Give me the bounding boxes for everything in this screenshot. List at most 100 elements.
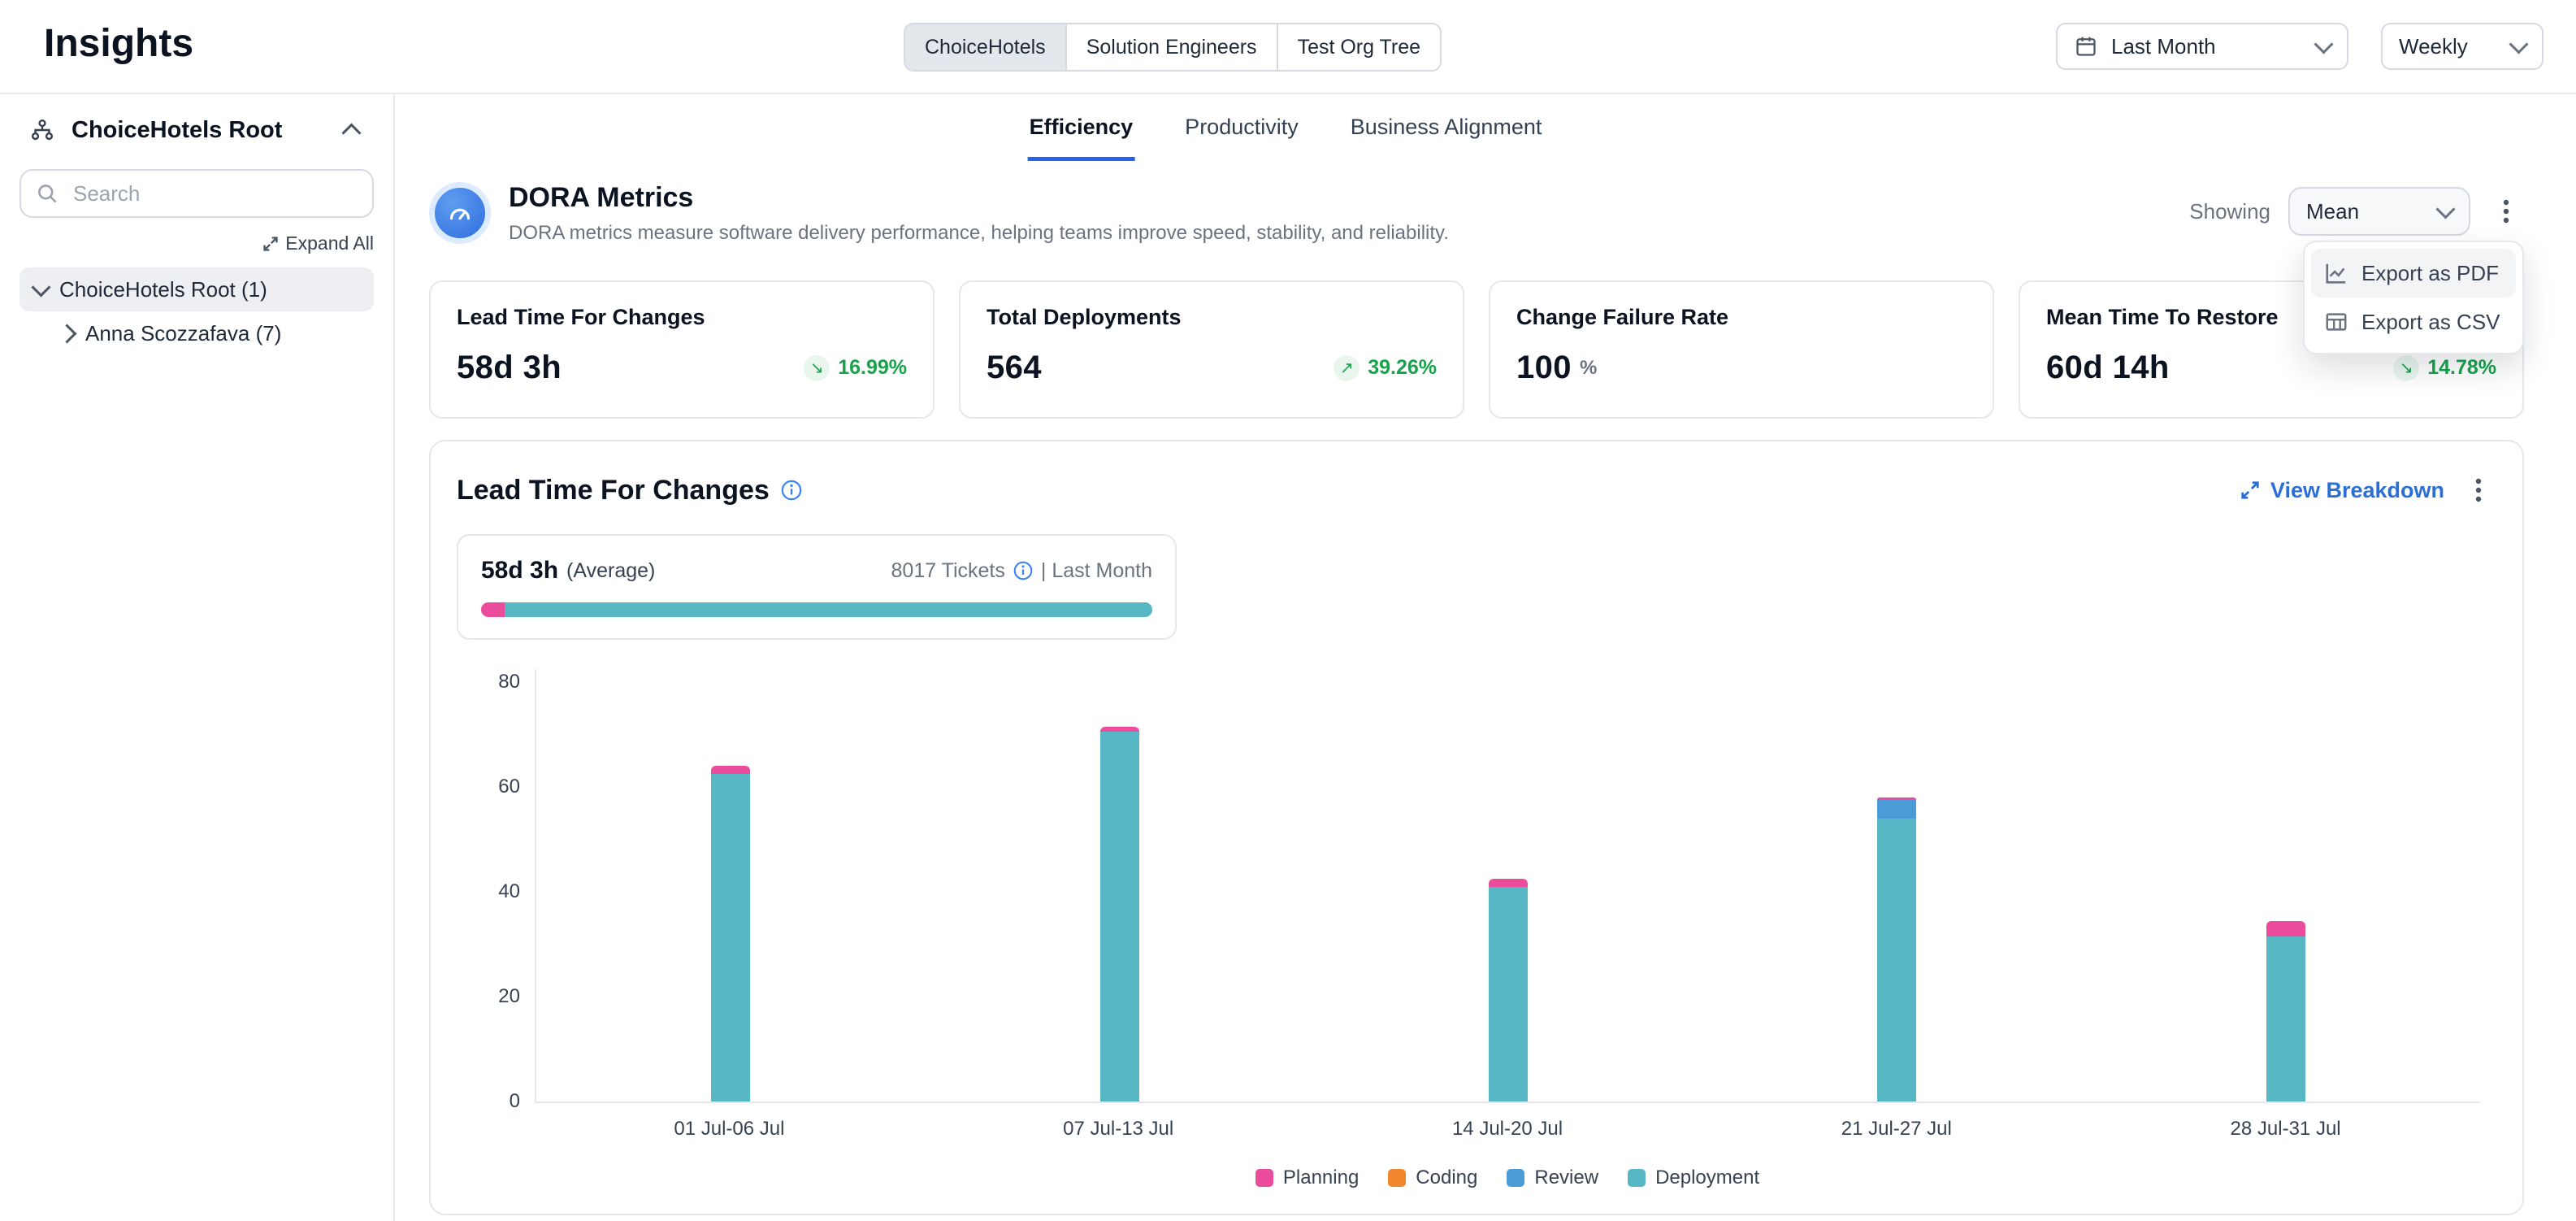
dora-metrics-icon [429,182,491,244]
stacked-bar[interactable] [2266,921,2305,1102]
org-tab-label: Test Org Tree [1298,36,1420,59]
lead-time-chart: 020406080 01 Jul-06 Jul07 Jul-13 Jul14 J… [535,669,2480,1189]
metric-title: Lead Time For Changes [457,305,907,330]
bar-segment-deployment [1489,887,1528,1102]
legend-label: Coding [1416,1167,1477,1189]
line-chart-icon [2324,261,2348,285]
stacked-bar[interactable] [1877,797,1916,1102]
kebab-icon [2503,198,2509,224]
menu-item-export-pdf[interactable]: Export as PDF [2311,249,2516,298]
menu-item-label: Export as PDF [2361,261,2499,286]
dora-kebab-menu-button[interactable] [2488,187,2524,236]
chart-x-axis: 01 Jul-06 Jul07 Jul-13 Jul14 Jul-20 Jul2… [535,1118,2480,1141]
bar-segment-planning [711,766,750,774]
legend-label: Deployment [1655,1167,1759,1189]
legend-item-planning[interactable]: Planning [1255,1167,1359,1189]
info-icon[interactable] [1013,561,1033,580]
menu-item-label: Export as CSV [2361,310,2500,335]
aggregation-select[interactable]: Mean [2288,187,2470,236]
lead-time-kebab-menu-button[interactable] [2461,466,2496,515]
legend-swatch [1388,1169,1406,1187]
dora-subtitle: DORA metrics measure software delivery p… [509,222,1449,245]
top-bar: Insights ChoiceHotels Solution Engineers… [0,0,2576,94]
tree-item-anna-scozzafava[interactable]: Anna Scozzafava (7) [49,311,374,355]
dora-metric-cards: Lead Time For Changes 58d 3h ↘ 16.99% To… [429,280,2524,419]
sidebar-collapse-button[interactable] [335,114,367,146]
org-tab-label: Solution Engineers [1086,36,1257,59]
x-axis-label: 07 Jul-13 Jul [924,1118,1313,1141]
stacked-bar[interactable] [1100,727,1139,1102]
legend-label: Planning [1283,1167,1359,1189]
org-tab-test-org-tree[interactable]: Test Org Tree [1278,24,1440,70]
org-toggle-group: ChoiceHotels Solution Engineers Test Org… [904,23,1442,72]
stacked-bar[interactable] [1489,879,1528,1102]
metric-value: 564 [987,350,1042,386]
expand-all-label: Expand All [285,232,374,254]
granularity-select[interactable]: Weekly [2381,23,2543,70]
bar-group [536,669,925,1102]
metric-title: Change Failure Rate [1516,305,1967,330]
bar-group [1702,669,2091,1102]
expand-all-link[interactable]: Expand All [262,232,374,254]
insights-dashboard: Insights ChoiceHotels Solution Engineers… [0,0,2576,1221]
org-tab-choicehotels[interactable]: ChoiceHotels [905,24,1067,70]
metric-value: 100 [1516,350,1572,386]
bar-segment-deployment [711,774,750,1102]
showing-label: Showing [2189,199,2270,224]
dora-title: DORA Metrics [509,182,1449,214]
bar-segment-deployment [1877,819,1916,1102]
org-sidebar: ChoiceHotels Root Expand All [0,94,395,1221]
main-content: Efficiency Productivity Business Alignme… [397,94,2576,1221]
legend-swatch [1507,1169,1524,1187]
bar-segment-review [1877,800,1916,819]
bar-segment-deployment [1100,732,1139,1102]
distribution-segment-deployment [505,602,1152,617]
chevron-down-icon [2509,34,2528,54]
aggregation-select-value: Mean [2306,199,2359,224]
x-axis-label: 01 Jul-06 Jul [535,1118,924,1141]
tab-business-alignment[interactable]: Business Alignment [1349,94,1544,161]
org-tab-solution-engineers[interactable]: Solution Engineers [1067,24,1278,70]
page-title: Insights [44,21,193,66]
legend-label: Review [1534,1167,1598,1189]
search-input[interactable] [70,180,358,208]
stacked-bar[interactable] [711,766,750,1102]
metric-card-change-failure-rate: Change Failure Rate 100 % [1489,280,1994,419]
calendar-icon [2074,30,2098,63]
legend-item-coding[interactable]: Coding [1388,1167,1477,1189]
legend-swatch [1628,1169,1646,1187]
x-axis-label: 21 Jul-27 Jul [1702,1118,2091,1141]
legend-item-deployment[interactable]: Deployment [1628,1167,1759,1189]
tab-efficiency[interactable]: Efficiency [1028,94,1135,161]
metric-delta: ↘ 16.99% [804,355,907,381]
chevron-down-icon [2314,34,2333,54]
info-icon[interactable] [781,480,802,501]
tab-productivity[interactable]: Productivity [1183,94,1300,161]
expand-icon [262,236,279,252]
period-select[interactable]: Last Month [2056,23,2348,70]
summary-period: | Last Month [1041,559,1152,583]
top-bar-controls: Last Month Weekly [2056,23,2543,70]
y-axis-tick: 40 [471,880,520,903]
distribution-segment-planning [481,602,505,617]
delta-value: 16.99% [838,356,907,380]
legend-item-review[interactable]: Review [1507,1167,1598,1189]
org-tab-label: ChoiceHotels [925,36,1046,59]
tickets-count: 8017 Tickets [891,559,1005,583]
export-menu: Export as PDF Export as CSV [2303,241,2524,354]
metric-value: 58d 3h [457,350,562,386]
tab-label: Efficiency [1030,115,1134,140]
expand-icon [2240,480,2261,501]
tree-item-choicehotels-root[interactable]: ChoiceHotels Root (1) [20,267,374,311]
org-hierarchy-icon [26,114,59,146]
trend-up-icon: ↗ [1334,355,1360,381]
chevron-up-icon [341,123,361,142]
lead-time-title: Lead Time For Changes [457,475,770,506]
y-axis-tick: 0 [471,1090,520,1113]
dora-controls: Showing Mean [2189,187,2524,236]
delta-value: 39.26% [1368,356,1437,380]
view-breakdown-button[interactable]: View Breakdown [2240,478,2444,503]
menu-item-export-csv[interactable]: Export as CSV [2311,298,2516,346]
metric-unit: % [1580,357,1597,380]
bar-segment-deployment [2266,936,2305,1102]
